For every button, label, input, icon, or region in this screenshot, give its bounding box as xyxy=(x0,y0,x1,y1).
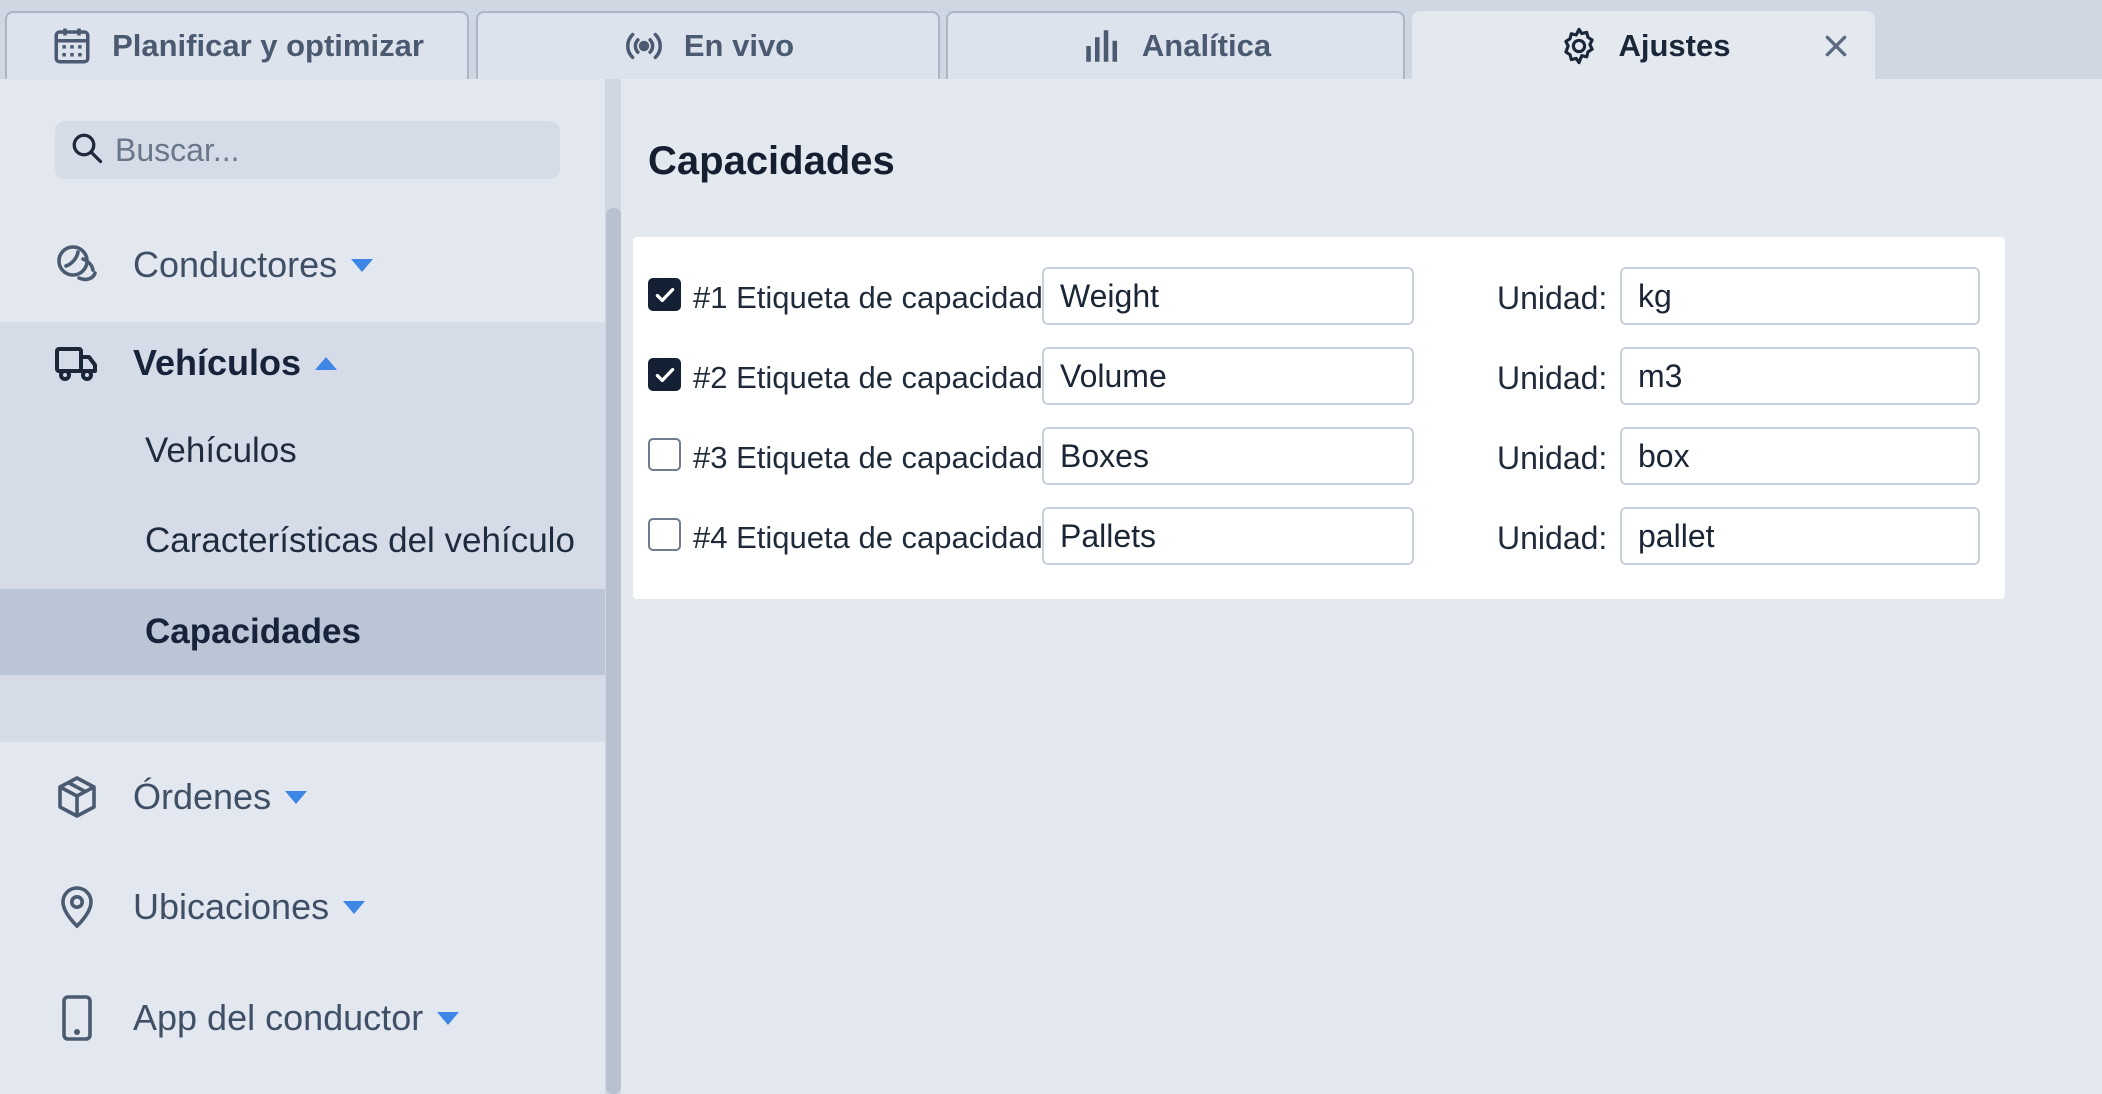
capacity-name-input-2[interactable] xyxy=(1042,347,1414,405)
capacity-row-2: #2 Etiqueta de capacidad: Unidad: xyxy=(633,347,2005,405)
sidebar-item-vehiculos[interactable]: Vehículos xyxy=(0,322,605,404)
sidebar-subitem-vehiculos[interactable]: Vehículos xyxy=(0,408,605,494)
capacity-unit-input-4[interactable] xyxy=(1620,507,1980,565)
sidebar-item-label: Órdenes xyxy=(133,776,272,817)
capacity-name-input-3[interactable] xyxy=(1042,427,1414,485)
app-root: Planificar y optimizar En vivo Analítica xyxy=(0,0,2102,1094)
capacity-row-3: #3 Etiqueta de capacidad: Unidad: xyxy=(633,427,2005,485)
unit-label: Unidad: xyxy=(1497,520,1608,556)
sidebar-label-wrap: Vehículos xyxy=(133,342,338,384)
capacity-checkbox-3[interactable] xyxy=(648,438,681,471)
calendar-icon xyxy=(50,24,94,68)
sidebar-item-ubicaciones[interactable]: Ubicaciones xyxy=(0,867,605,947)
tab-ajustes[interactable]: Ajustes xyxy=(1412,11,1875,79)
sidebar-group-vehiculos: Vehículos Vehículos Características del … xyxy=(0,322,605,742)
capacity-label: #3 Etiqueta de capacidad: xyxy=(693,440,1052,475)
chevron-up-icon xyxy=(315,356,338,370)
capacity-label: #1 Etiqueta de capacidad: xyxy=(693,280,1052,315)
truck-icon xyxy=(52,338,102,388)
capacity-name-input-1[interactable] xyxy=(1042,267,1414,325)
sidebar-subitem-caracteristicas[interactable]: Características del vehículo xyxy=(0,498,605,584)
sidebar-item-conductores[interactable]: Conductores xyxy=(0,225,605,305)
gear-icon xyxy=(1557,24,1601,68)
unit-label: Unidad: xyxy=(1497,360,1608,396)
chevron-down-icon xyxy=(285,790,308,804)
chevron-down-icon xyxy=(437,1011,460,1025)
tab-planificar[interactable]: Planificar y optimizar xyxy=(5,11,469,79)
tab-label: Analítica xyxy=(1141,28,1272,63)
sidebar-subitem-capacidades[interactable]: Capacidades xyxy=(0,589,605,675)
package-icon xyxy=(52,772,102,822)
sidebar-label-wrap: Ubicaciones xyxy=(133,886,366,928)
capacity-label: #2 Etiqueta de capacidad: xyxy=(693,360,1052,395)
unit-label: Unidad: xyxy=(1497,280,1608,316)
sidebar-scrollbar[interactable] xyxy=(606,208,621,1094)
steering-icon xyxy=(52,240,102,290)
bar-chart-icon xyxy=(1080,24,1124,68)
sidebar-item-label: Vehículos xyxy=(133,342,302,383)
sidebar-label-wrap: App del conductor xyxy=(133,997,460,1039)
sidebar-item-label: Ubicaciones xyxy=(133,886,330,927)
search-input[interactable] xyxy=(115,131,535,169)
capacity-unit-input-1[interactable] xyxy=(1620,267,1980,325)
sidebar-label-wrap: Órdenes xyxy=(133,776,308,818)
capacity-row-4: #4 Etiqueta de capacidad: Unidad: xyxy=(633,507,2005,565)
capacities-card: #1 Etiqueta de capacidad: Unidad: #2 Eti… xyxy=(633,237,2005,599)
capacity-checkbox-2[interactable] xyxy=(648,358,681,391)
sidebar-item-label: Conductores xyxy=(133,244,338,285)
capacity-label: #4 Etiqueta de capacidad: xyxy=(693,520,1052,555)
sidebar: Conductores Vehículos xyxy=(0,79,605,1094)
tab-bar: Planificar y optimizar En vivo Analítica xyxy=(0,0,2102,79)
main-panel: Capacidades #1 Etiqueta de capacidad: Un… xyxy=(621,79,2102,1094)
close-icon[interactable] xyxy=(1819,29,1853,63)
map-pin-icon xyxy=(52,882,102,932)
search-icon xyxy=(69,130,105,171)
sidebar-subitem-label: Capacidades xyxy=(145,612,361,651)
search-box xyxy=(55,121,560,179)
tab-analitica[interactable]: Analítica xyxy=(946,11,1405,79)
sidebar-label-wrap: Conductores xyxy=(133,244,374,286)
sidebar-item-label: App del conductor xyxy=(133,997,424,1038)
page-title: Capacidades xyxy=(648,139,895,183)
capacity-unit-input-2[interactable] xyxy=(1620,347,1980,405)
smartphone-icon xyxy=(52,993,102,1043)
tab-label: En vivo xyxy=(683,28,795,63)
sidebar-item-ordenes[interactable]: Órdenes xyxy=(0,757,605,837)
sidebar-subitem-label: Vehículos xyxy=(145,431,297,470)
tab-label: Planificar y optimizar xyxy=(112,28,424,63)
chevron-down-icon xyxy=(351,258,374,272)
capacity-checkbox-4[interactable] xyxy=(648,518,681,551)
capacity-row-1: #1 Etiqueta de capacidad: Unidad: xyxy=(633,267,2005,325)
tab-en-vivo[interactable]: En vivo xyxy=(476,11,940,79)
capacity-checkbox-1[interactable] xyxy=(648,278,681,311)
capacity-name-input-4[interactable] xyxy=(1042,507,1414,565)
capacity-unit-input-3[interactable] xyxy=(1620,427,1980,485)
sidebar-item-app-conductor[interactable]: App del conductor xyxy=(0,978,605,1058)
broadcast-icon xyxy=(622,24,666,68)
unit-label: Unidad: xyxy=(1497,440,1608,476)
sidebar-subitem-label: Características del vehículo xyxy=(145,521,575,560)
chevron-down-icon xyxy=(343,900,366,914)
tab-label: Ajustes xyxy=(1618,28,1731,63)
